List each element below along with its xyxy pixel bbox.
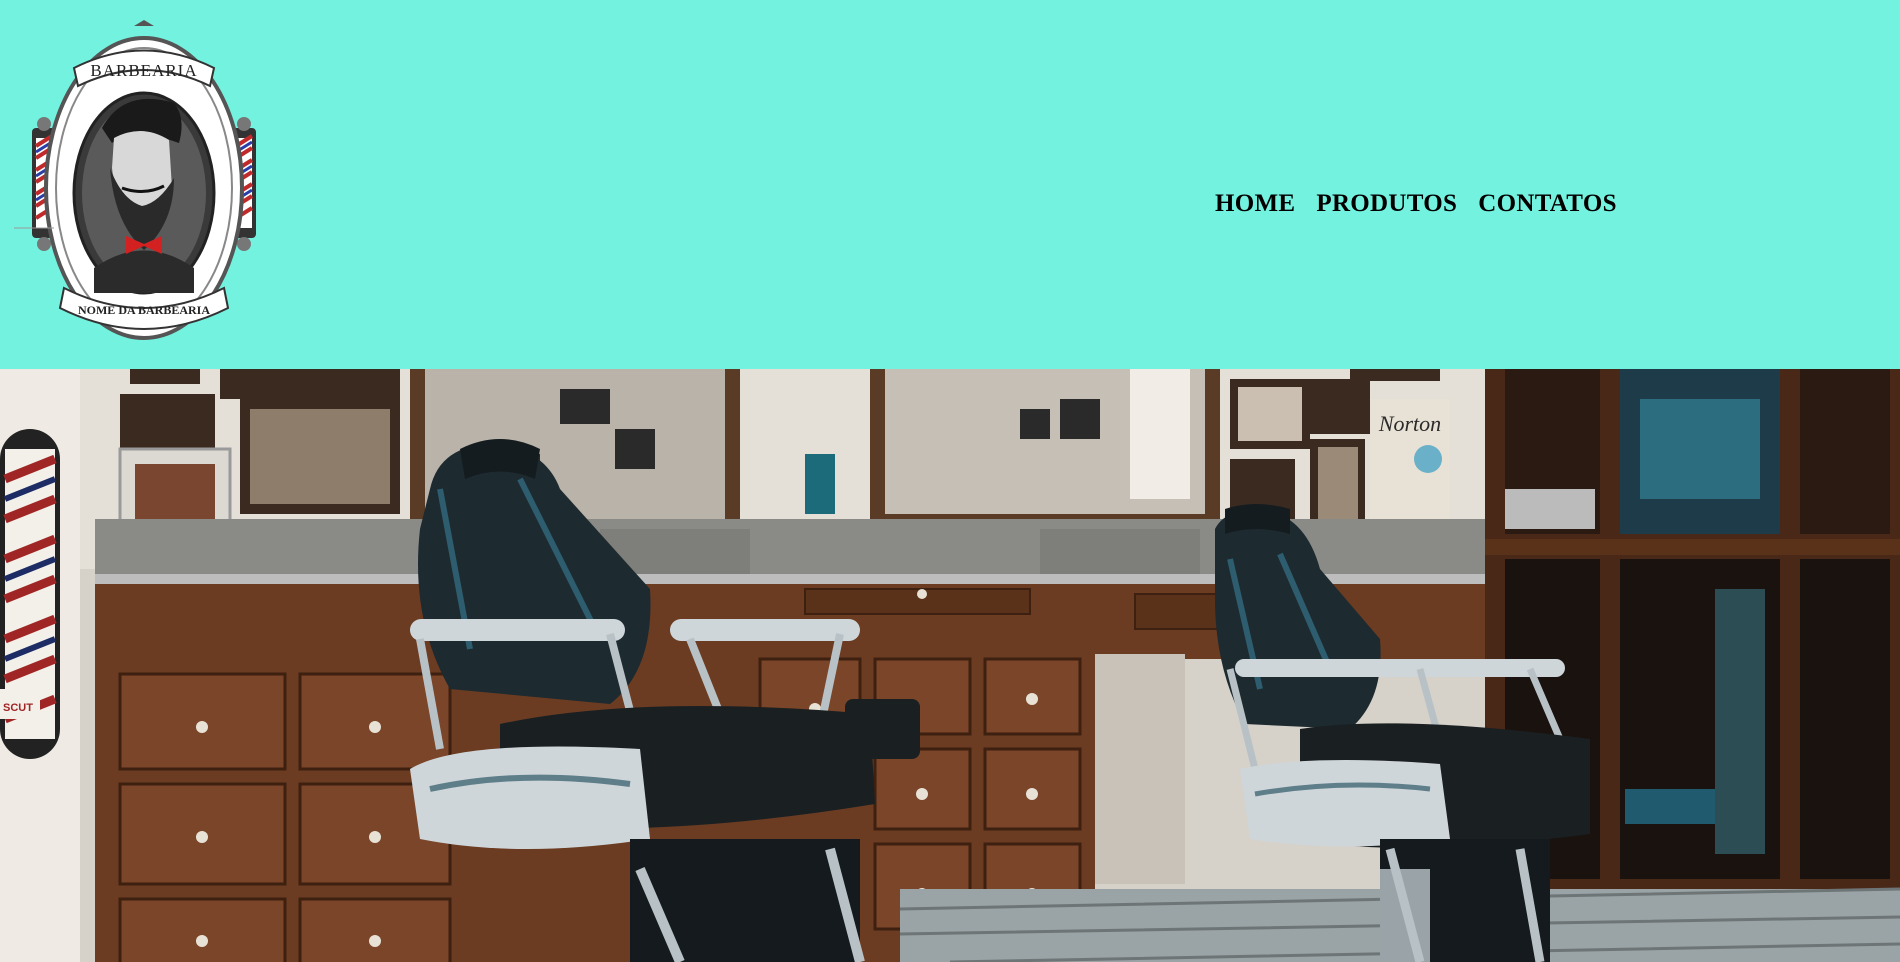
barbershop-logo[interactable]: BARBEARIA NOME DA BARBEARIA (14, 18, 274, 352)
logo-bottom-text: NOME DA BARBEARIA (78, 303, 210, 317)
site-header: BARBEARIA NOME DA BARBEARIA HOME PRODUTO… (0, 0, 1900, 369)
nav-home-link[interactable]: HOME (1215, 190, 1295, 218)
pole-text: SCUT (3, 702, 33, 714)
main-nav: HOME PRODUTOS CONTATOS (1215, 190, 1617, 218)
nav-produtos-link[interactable]: PRODUTOS (1316, 190, 1457, 218)
hero-barbershop-image: Norton SCUT (0, 369, 1900, 962)
norton-sign-text: Norton (1378, 411, 1441, 436)
barbershop-interior-illustration: Norton SCUT (0, 369, 1900, 962)
logo-top-text: BARBEARIA (90, 61, 197, 80)
nav-contatos-link[interactable]: CONTATOS (1478, 190, 1617, 218)
